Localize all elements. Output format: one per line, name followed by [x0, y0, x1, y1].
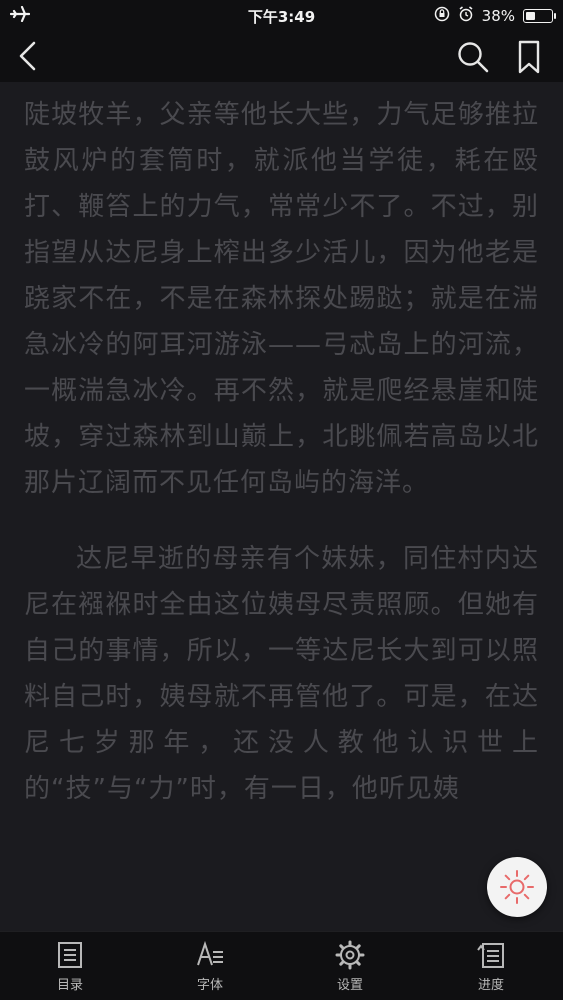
gear-icon	[335, 940, 365, 970]
bookmark-icon[interactable]	[514, 40, 544, 74]
progress-icon	[476, 940, 506, 970]
tab-progress[interactable]: 进度	[451, 940, 531, 993]
tab-label: 进度	[477, 978, 504, 993]
text-paragraph: 达尼早逝的母亲有个妹妹，同住村内达尼在襁褓时全由这位姨母尽责照顾。但她有自己的事…	[24, 544, 539, 804]
brightness-button[interactable]	[487, 857, 547, 917]
tab-font[interactable]: 字体	[170, 940, 250, 993]
tab-label: 设置	[336, 978, 363, 993]
battery-percent: 38%	[481, 7, 515, 25]
reader-content: 陡坡牧羊，父亲等他长大些，力气足够推拉鼓风炉的套筒时，就派他当学徒，耗在殴打、鞭…	[24, 92, 539, 842]
battery-icon	[523, 9, 556, 23]
text-paragraph: 陡坡牧羊，父亲等他长大些，力气足够推拉鼓风炉的套筒时，就派他当学徒，耗在殴打、鞭…	[24, 100, 539, 498]
alarm-icon	[458, 6, 474, 26]
tab-label: 目录	[56, 978, 83, 993]
chevron-left-icon[interactable]	[14, 40, 44, 72]
font-icon	[195, 940, 225, 970]
status-bar: 下午3:49 38%	[0, 0, 563, 30]
search-icon[interactable]	[456, 40, 490, 74]
rotation-lock-icon	[434, 6, 450, 26]
tab-settings[interactable]: 设置	[310, 940, 390, 993]
reader-bottom-bar: 目录 字体 设置 进度	[0, 931, 563, 1000]
tab-label: 字体	[196, 978, 223, 993]
reader-top-bar	[0, 30, 563, 82]
toc-icon	[55, 940, 85, 970]
tab-toc[interactable]: 目录	[30, 940, 110, 993]
